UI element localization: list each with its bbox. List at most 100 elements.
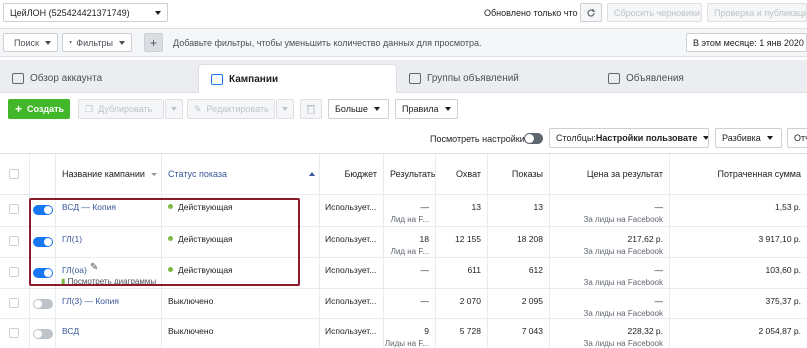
header-amount-spent[interactable]: Потраченная сумма bbox=[670, 154, 807, 194]
delete-button[interactable] bbox=[300, 99, 322, 119]
status-label: Действующая bbox=[178, 265, 233, 275]
row-checkbox[interactable] bbox=[9, 236, 19, 246]
results-type: Лиды на F... bbox=[384, 339, 429, 348]
toggle-cell bbox=[30, 195, 56, 226]
rules-button[interactable]: Правила bbox=[395, 99, 458, 119]
select-cell bbox=[0, 195, 30, 226]
select-all-checkbox[interactable] bbox=[9, 169, 19, 179]
row-checkbox[interactable] bbox=[9, 328, 19, 338]
reach-cell: 2 070 bbox=[436, 289, 488, 318]
campaign-toggle[interactable] bbox=[33, 205, 53, 215]
cost-per-result-value: — bbox=[654, 202, 664, 212]
pencil-icon[interactable]: ✎ bbox=[90, 262, 98, 273]
view-charts-label: Посмотреть диаграммы bbox=[67, 277, 157, 286]
plus-icon: + bbox=[15, 102, 23, 116]
header-reach[interactable]: Охват bbox=[436, 154, 488, 194]
reach-cell: 5 728 bbox=[436, 319, 488, 348]
status-text: Действующая bbox=[168, 234, 233, 244]
header-impressions[interactable]: Показы bbox=[488, 154, 550, 194]
cost-per-result-type: За лиды на Facebook bbox=[583, 309, 663, 318]
chevron-down-icon bbox=[282, 107, 288, 111]
duplicate-dropdown[interactable] bbox=[165, 99, 183, 119]
refresh-button[interactable] bbox=[580, 3, 602, 22]
review-publish-button[interactable]: Проверка и публикация bbox=[707, 3, 807, 22]
header-label: Название кампании bbox=[62, 169, 145, 179]
chevron-down-icon bbox=[444, 107, 451, 111]
campaign-name-link[interactable]: ГЛ(3) — Копия bbox=[62, 296, 119, 306]
reports-dropdown[interactable]: Отч bbox=[787, 128, 807, 148]
account-selector[interactable]: ЦейЛОН (525424421371749) bbox=[3, 3, 168, 22]
header-cost-per-result[interactable]: Цена за результат bbox=[550, 154, 670, 194]
more-button[interactable]: Больше bbox=[328, 99, 389, 119]
view-settings-toggle[interactable] bbox=[524, 133, 543, 144]
campaign-toggle[interactable] bbox=[33, 268, 53, 278]
impressions-value: 13 bbox=[533, 202, 543, 212]
tab-campaigns[interactable]: Кампании bbox=[198, 64, 397, 93]
toggle-header-cell bbox=[30, 154, 56, 194]
table-row[interactable]: ГЛ(1) Действующая Использует... 18 Лид н… bbox=[0, 226, 807, 257]
row-checkbox[interactable] bbox=[9, 298, 19, 308]
select-cell bbox=[0, 258, 30, 288]
header-campaign-name[interactable]: Название кампании bbox=[56, 154, 162, 194]
budget-value: Использует... bbox=[325, 326, 377, 336]
breakdown-dropdown[interactable]: Разбивка bbox=[715, 128, 782, 148]
campaign-toggle[interactable] bbox=[33, 299, 53, 309]
row-checkbox[interactable] bbox=[9, 204, 19, 214]
toggle-cell bbox=[30, 227, 56, 257]
filters-button[interactable]: Фильтры bbox=[62, 33, 132, 52]
discard-drafts-button[interactable]: Сбросить черновики bbox=[607, 3, 702, 22]
campaign-name-link[interactable]: ГЛ(оа) bbox=[62, 265, 87, 275]
sort-ascending-icon bbox=[309, 172, 315, 176]
create-button[interactable]: + Создать bbox=[8, 99, 70, 119]
amount-spent-value: 375,37 р. bbox=[765, 296, 801, 306]
edit-dropdown[interactable] bbox=[276, 99, 294, 119]
header-results[interactable]: Результаты bbox=[384, 154, 436, 194]
add-filter-button[interactable]: + bbox=[144, 33, 163, 52]
budget-cell: Использует... bbox=[320, 227, 384, 257]
campaign-name-cell: ВСД — Копия bbox=[56, 195, 162, 226]
campaign-name-link[interactable]: ВСД — Копия bbox=[62, 202, 116, 212]
tab-label: Обзор аккаунта bbox=[30, 73, 103, 84]
results-cell: — bbox=[384, 258, 436, 288]
campaign-name-link[interactable]: ВСД bbox=[62, 326, 79, 336]
table-row[interactable]: ГЛ(3) — Копия Выключено Использует... — … bbox=[0, 288, 807, 318]
results-cell: — Лид на F... bbox=[384, 195, 436, 226]
level-tabs: Обзор аккаунта Кампании Группы объявлени… bbox=[0, 60, 807, 93]
active-dot-icon bbox=[168, 204, 173, 209]
campaign-name-cell: ГЛ(3) — Копия bbox=[56, 289, 162, 318]
status-label: Действующая bbox=[178, 202, 233, 212]
table-row[interactable]: ВСД Выключено Использует... 9 Лиды на F.… bbox=[0, 318, 807, 348]
table-row[interactable]: ВСД — Копия Действующая Использует... — … bbox=[0, 194, 807, 226]
trash-icon bbox=[307, 105, 315, 114]
chevron-down-icon bbox=[119, 40, 125, 45]
header-budget[interactable]: Бюджет bbox=[320, 154, 384, 194]
status-text: Выключено bbox=[168, 296, 213, 306]
edit-button[interactable]: ✎ Редактировать bbox=[187, 99, 275, 119]
campaign-toggle[interactable] bbox=[33, 329, 53, 339]
cost-per-result-cell: — За лиды на Facebook bbox=[550, 289, 670, 318]
active-dot-icon bbox=[168, 236, 173, 241]
toggle-cell bbox=[30, 289, 56, 318]
tab-account-overview[interactable]: Обзор аккаунта bbox=[0, 64, 198, 93]
campaign-name-link[interactable]: ГЛ(1) bbox=[62, 234, 82, 244]
toggle-knob bbox=[44, 238, 52, 246]
search-button[interactable]: Поиск bbox=[3, 33, 58, 52]
toggle-cell bbox=[30, 319, 56, 348]
amount-spent-cell: 103,60 р. bbox=[670, 258, 807, 288]
campaign-folder-icon bbox=[211, 73, 223, 85]
row-checkbox[interactable] bbox=[9, 267, 19, 277]
status-cell: Действующая bbox=[162, 258, 320, 288]
header-delivery-status[interactable]: Статус показа bbox=[162, 154, 320, 194]
cost-per-result-type: За лиды на Facebook bbox=[583, 278, 663, 287]
columns-dropdown[interactable]: Столбцы: Настройки пользовате bbox=[549, 128, 709, 148]
table-row[interactable]: ГЛ(оа) ▮ Посмотреть диаграммы ✎ Действую… bbox=[0, 257, 807, 288]
view-charts-link[interactable]: ▮ Посмотреть диаграммы bbox=[61, 277, 156, 286]
tab-ads[interactable]: Объявления bbox=[596, 64, 807, 93]
status-label: Выключено bbox=[168, 296, 214, 306]
header-label: Статус показа bbox=[168, 169, 228, 179]
tab-ad-sets[interactable]: Группы объявлений bbox=[397, 64, 596, 93]
sort-icon bbox=[151, 172, 157, 176]
date-range-picker[interactable]: В этом месяце: 1 янв 2020 г. bbox=[686, 33, 807, 52]
duplicate-button[interactable]: ❐ Дублировать bbox=[78, 99, 164, 119]
campaign-toggle[interactable] bbox=[33, 237, 53, 247]
